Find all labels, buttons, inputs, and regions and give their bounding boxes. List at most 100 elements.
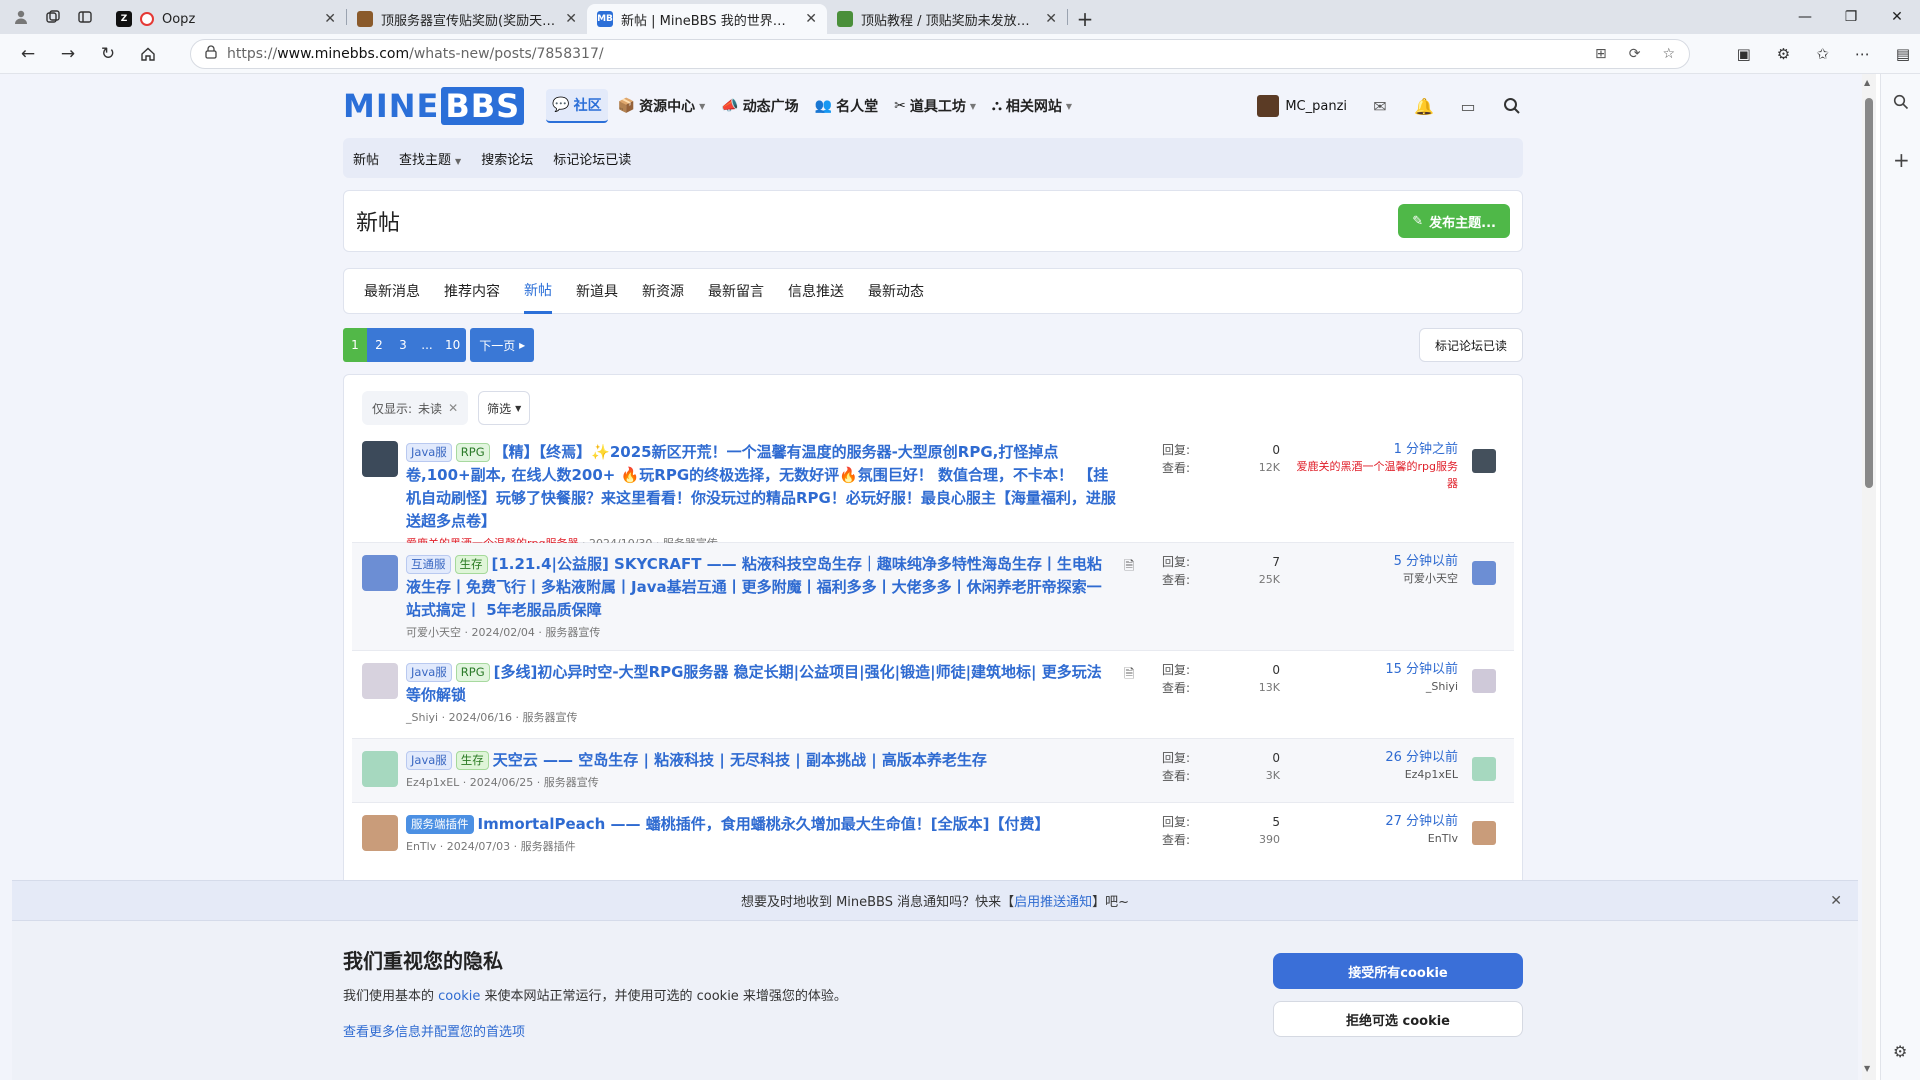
tab-new-comments[interactable]: 最新留言 <box>708 268 764 314</box>
prefix-tag[interactable]: RPG <box>455 663 490 682</box>
thread-title[interactable]: 互通服 生存 [1.21.4|公益服] SKYCRAFT —— 粘液科技空岛生存｜趣… <box>406 553 1116 622</box>
latest-time[interactable]: 1 分钟之前 <box>1292 441 1458 458</box>
thread-date[interactable]: 2024/06/25 <box>470 776 533 789</box>
tab-new-posts[interactable]: 新帖 <box>524 268 552 314</box>
nav-tools[interactable]: ✂ 道具工坊 ▼ <box>888 89 982 123</box>
avatar[interactable] <box>362 815 398 851</box>
user-account[interactable]: MC_panzi <box>1257 95 1347 117</box>
latest-avatar[interactable] <box>1472 757 1496 781</box>
nav-hall-of-fame[interactable]: 👥 名人堂 <box>809 89 884 123</box>
cookie-link[interactable]: cookie <box>438 989 480 1004</box>
table-row[interactable]: Java服 生存 天空云 —— 空岛生存 | 粘液科技 | 无尽科技 | 副本挑战 … <box>352 739 1514 803</box>
extensions-icon[interactable]: ⚙ <box>1777 45 1790 63</box>
thread-title[interactable]: Java服 RPG [多线]初心异时空-大型RPG服务器 稳定长期|公益项目|强化|… <box>406 661 1116 707</box>
latest-user[interactable]: EnTlv <box>1292 830 1458 847</box>
close-tab-icon[interactable]: ✕ <box>805 11 817 27</box>
thread-author[interactable]: 可爱小天空 <box>406 626 461 639</box>
prefix-tag[interactable]: RPG <box>455 443 490 462</box>
scrollbar-thumb[interactable] <box>1865 98 1873 488</box>
nav-related-sites[interactable]: ⛬ 相关网站 ▼ <box>986 89 1078 123</box>
search-icon[interactable] <box>1893 94 1909 114</box>
next-page-button[interactable]: 下一页 ▸ <box>470 328 535 362</box>
subnav-find-threads[interactable]: 查找主题 ▼ <box>399 149 461 168</box>
nav-resources[interactable]: 📦 资源中心 ▼ <box>612 89 712 123</box>
new-tab-button[interactable]: + <box>1068 4 1102 34</box>
scroll-down-arrow-icon[interactable]: ▼ <box>1864 1064 1870 1073</box>
thread-forum[interactable]: 服务器宣传 <box>545 626 600 639</box>
enable-push-link[interactable]: 启用推送通知 <box>1014 891 1092 910</box>
workspaces-icon[interactable] <box>44 8 62 26</box>
profile-icon[interactable] <box>12 8 30 26</box>
table-row[interactable]: 服务端插件 ImmortalPeach —— 蟠桃插件，食用蟠桃永久增加最大生命值… <box>352 803 1514 867</box>
latest-avatar[interactable] <box>1472 561 1496 585</box>
nav-feed[interactable]: 📣 动态广场 <box>715 89 804 123</box>
filter-button[interactable]: 筛选 ▼ <box>478 391 531 425</box>
table-row[interactable]: Java服 RPG [多线]初心异时空-大型RPG服务器 稳定长期|公益项目|强化|… <box>352 651 1514 739</box>
thread-title[interactable]: Java服 生存 天空云 —— 空岛生存 | 粘液科技 | 无尽科技 | 副本挑战 … <box>406 749 1116 772</box>
thread-date[interactable]: 2024/06/16 <box>449 711 512 724</box>
restore-icon[interactable]: ❐ <box>1828 0 1874 34</box>
thread-date[interactable]: 2024/02/04 <box>472 626 535 639</box>
latest-user[interactable]: 爱鹿关的黑酒一个温馨的rpg服务器 <box>1292 458 1459 492</box>
thread-author[interactable]: _Shiyi <box>406 711 438 724</box>
address-bar[interactable]: https://www.minebbs.com/whats-new/posts/… <box>190 38 1690 69</box>
tab-featured[interactable]: 推荐内容 <box>444 268 500 314</box>
latest-user[interactable]: Ez4p1xEL <box>1292 766 1458 783</box>
page-1[interactable]: 1 <box>343 328 367 362</box>
scroll-up-arrow-icon[interactable]: ▲ <box>1864 78 1870 87</box>
tab-latest-activity[interactable]: 最新消息 <box>364 268 420 314</box>
page-3[interactable]: 3 <box>391 328 415 362</box>
close-tab-icon[interactable]: ✕ <box>324 11 336 27</box>
thread-author[interactable]: Ez4p1xEL <box>406 776 459 789</box>
latest-time[interactable]: 26 分钟以前 <box>1292 749 1458 766</box>
page-scrollbar[interactable]: ▲ ▼ <box>1862 74 1876 1080</box>
nav-community[interactable]: 💬 社区 <box>546 89 608 123</box>
prefix-tag[interactable]: Java服 <box>406 443 452 462</box>
prefix-tag[interactable]: 生存 <box>454 555 488 574</box>
thread-title[interactable]: Java服 RPG 【精】【终焉】✨2025新区开荒！一个温馨有温度的服务器-大型原… <box>406 441 1116 533</box>
browser-tab-1[interactable]: Z Oopz ✕ <box>106 4 346 34</box>
vertical-tabs-icon[interactable] <box>76 8 94 26</box>
latest-avatar[interactable] <box>1472 669 1496 693</box>
forward-arrow-icon[interactable]: → <box>48 44 88 64</box>
sidebar-toggle-icon[interactable]: ▤ <box>1896 45 1910 63</box>
add-icon[interactable]: + <box>1893 148 1910 172</box>
thread-forum[interactable]: 服务器插件 <box>521 840 576 853</box>
close-icon[interactable]: ✕ <box>1830 893 1842 909</box>
thread-author[interactable]: EnTlv <box>406 840 436 853</box>
translate-icon[interactable]: ⟳ <box>1629 46 1641 62</box>
split-screen-icon[interactable]: ▣ <box>1737 45 1751 63</box>
tab-new-resources[interactable]: 新资源 <box>642 268 684 314</box>
filter-chip[interactable]: 仅显示: 未读 ✕ <box>362 391 469 425</box>
post-thread-button[interactable]: ✎ 发布主题... <box>1398 204 1510 238</box>
latest-user[interactable]: 可爱小天空 <box>1292 570 1458 587</box>
page-2[interactable]: 2 <box>367 328 391 362</box>
avatar[interactable] <box>362 663 398 699</box>
tab-push-info[interactable]: 信息推送 <box>788 268 844 314</box>
minimize-icon[interactable]: — <box>1782 0 1828 34</box>
latest-time[interactable]: 5 分钟以前 <box>1292 553 1458 570</box>
latest-time[interactable]: 27 分钟以前 <box>1292 813 1458 830</box>
configure-preferences-link[interactable]: 查看更多信息并配置您的首选项 <box>343 1021 525 1040</box>
lock-icon[interactable] <box>205 44 217 63</box>
avatar[interactable] <box>362 555 398 591</box>
more-menu-icon[interactable]: ⋯ <box>1855 45 1870 63</box>
browser-tab-3-active[interactable]: MB 新帖 | MineBBS 我的世界中文论坛 ✕ <box>587 4 827 34</box>
tab-new-items[interactable]: 新道具 <box>576 268 618 314</box>
accept-all-cookies-button[interactable]: 接受所有cookie <box>1273 953 1523 989</box>
mark-forums-read-button[interactable]: 标记论坛已读 <box>1419 328 1523 362</box>
subnav-mark-read[interactable]: 标记论坛已读 <box>553 149 631 168</box>
prefix-tag[interactable]: 服务端插件 <box>406 815 474 834</box>
browser-tab-2[interactable]: 顶服务器宣传贴奖励(奖励天空点卡 ✕ <box>347 4 587 34</box>
inbox-icon[interactable]: ✉ <box>1369 95 1391 117</box>
minebbs-logo[interactable]: MINE BBS <box>343 87 525 125</box>
thread-forum[interactable]: 服务器宣传 <box>544 776 599 789</box>
app-available-icon[interactable]: ⊞ <box>1595 46 1607 62</box>
avatar[interactable] <box>362 751 398 787</box>
close-tab-icon[interactable]: ✕ <box>1045 11 1057 27</box>
table-row[interactable]: Java服 RPG 【精】【终焉】✨2025新区开荒！一个温馨有温度的服务器-大型原… <box>352 431 1514 550</box>
close-window-icon[interactable]: ✕ <box>1874 0 1920 34</box>
settings-gear-icon[interactable]: ⚙ <box>1893 1042 1907 1061</box>
page-10[interactable]: 10 <box>439 328 467 362</box>
close-tab-icon[interactable]: ✕ <box>565 11 577 27</box>
